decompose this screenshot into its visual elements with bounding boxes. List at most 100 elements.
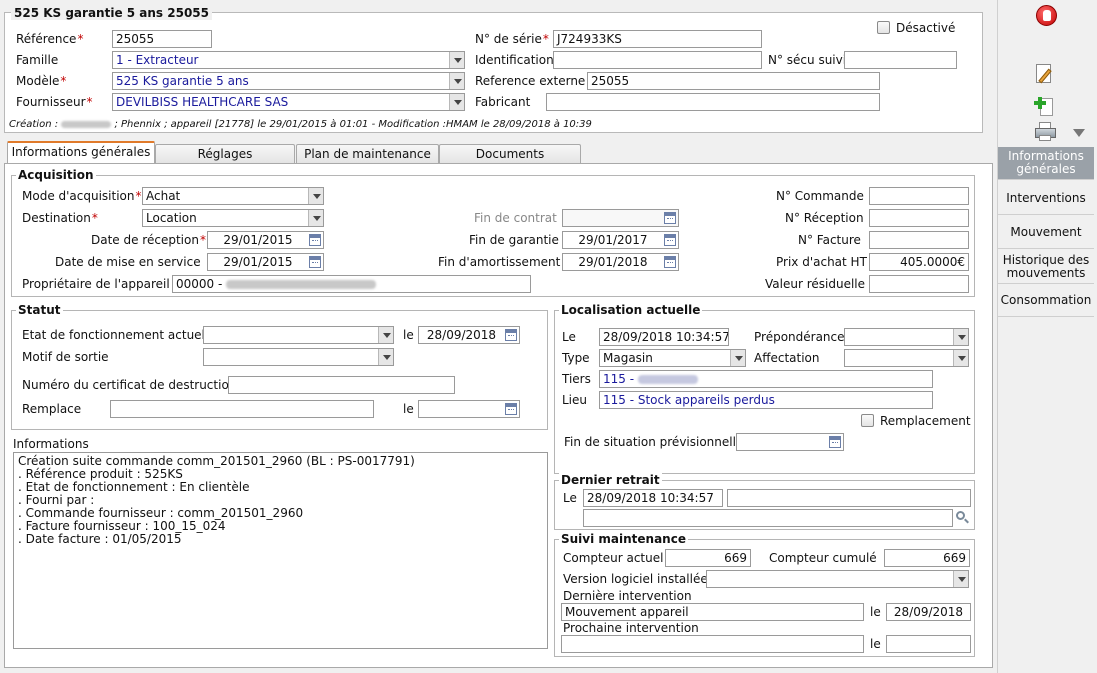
- remplace-input[interactable]: [110, 400, 374, 418]
- add-icon[interactable]: [1034, 96, 1054, 118]
- redacted-owner: [226, 280, 377, 289]
- creation-prefix: Création :: [9, 119, 59, 130]
- calendar-icon[interactable]: [505, 329, 517, 341]
- fin-garantie-input[interactable]: 29/01/2017: [562, 231, 679, 249]
- chevron-down-icon[interactable]: [1073, 129, 1085, 137]
- reception-input[interactable]: [869, 209, 969, 227]
- calendar-icon[interactable]: [309, 234, 321, 246]
- lieu-input[interactable]: 115 - Stock appareils perdus: [599, 391, 933, 409]
- chevron-down-icon: [730, 350, 745, 366]
- serie-input[interactable]: J724933KS: [553, 30, 762, 48]
- residuelle-input[interactable]: [869, 275, 969, 293]
- identification-label: Identification: [475, 53, 554, 67]
- modele-label: Modèle: [16, 74, 66, 88]
- preponderance-select[interactable]: [844, 328, 969, 346]
- fin-garantie-value: 29/01/2017: [578, 233, 648, 247]
- sidebar-item-historique[interactable]: Historique des mouvements: [998, 250, 1094, 284]
- informations-textarea[interactable]: Création suite commande comm_201501_2960…: [13, 452, 548, 649]
- acquisition-title: Acquisition: [16, 167, 96, 183]
- search-icon[interactable]: [955, 510, 969, 524]
- mode-select[interactable]: Achat: [142, 187, 324, 205]
- retrait-le-input[interactable]: 28/09/2018 10:34:57: [583, 489, 723, 507]
- stop-icon[interactable]: [1036, 5, 1057, 26]
- certificat-input[interactable]: [228, 376, 455, 394]
- desactive-checkbox[interactable]: [877, 21, 890, 34]
- date-service-input[interactable]: 29/01/2015: [207, 253, 324, 271]
- retrait-detail-input[interactable]: [727, 489, 971, 507]
- tab-plan-maintenance[interactable]: Plan de maintenance: [296, 144, 439, 164]
- calendar-icon[interactable]: [829, 436, 841, 448]
- chevron-down-icon: [308, 188, 323, 204]
- version-label: Version logiciel installée: [563, 572, 708, 586]
- remplace-date-input[interactable]: [418, 400, 520, 418]
- derniere-input[interactable]: Mouvement appareil: [561, 603, 864, 621]
- fin-amort-value: 29/01/2018: [578, 255, 648, 269]
- retrait-le-label: Le: [563, 491, 577, 505]
- sidebar-item-informations-generales[interactable]: Informations générales: [998, 147, 1094, 180]
- ref-externe-label: Reference externe: [475, 74, 586, 88]
- commande-label: N° Commande: [776, 189, 864, 203]
- calendar-icon[interactable]: [664, 234, 676, 246]
- proprietaire-input[interactable]: 00000 -: [172, 275, 531, 293]
- reception-label: N° Réception: [785, 211, 864, 225]
- fin-amort-input[interactable]: 29/01/2018: [562, 253, 679, 271]
- tab-informations-generales[interactable]: Informations générales: [7, 141, 155, 163]
- tab-reglages[interactable]: Réglages: [155, 144, 295, 164]
- edit-icon[interactable]: [1036, 62, 1056, 84]
- sidebar-item-consommation[interactable]: Consommation: [998, 285, 1094, 317]
- type-label: Type: [562, 351, 590, 365]
- etat-date-value: 28/09/2018: [426, 328, 497, 342]
- loc-le-label: Le: [562, 330, 576, 344]
- etat-select[interactable]: [203, 326, 394, 344]
- reference-input[interactable]: 25055: [112, 30, 212, 48]
- prochaine-date-input[interactable]: [886, 635, 971, 653]
- facture-label: N° Facture: [798, 233, 861, 247]
- fin-situation-input[interactable]: [736, 433, 844, 451]
- famille-value: 1 - Extracteur: [116, 53, 199, 67]
- date-reception-input[interactable]: 29/01/2015: [207, 231, 324, 249]
- modele-select[interactable]: 525 KS garantie 5 ans: [112, 72, 465, 90]
- calendar-icon[interactable]: [664, 256, 676, 268]
- destination-select[interactable]: Location: [142, 209, 324, 227]
- affectation-select[interactable]: [844, 349, 969, 367]
- tab-documents[interactable]: Documents: [439, 144, 581, 164]
- calendar-icon[interactable]: [505, 403, 517, 415]
- calendar-icon[interactable]: [309, 256, 321, 268]
- proprietaire-label: Propriétaire de l'appareil: [22, 277, 170, 291]
- loc-le-input[interactable]: 28/09/2018 10:34:57: [599, 328, 729, 346]
- derniere-date-input[interactable]: 28/09/2018: [886, 603, 971, 621]
- famille-select[interactable]: 1 - Extracteur: [112, 51, 465, 69]
- identification-input[interactable]: [553, 51, 762, 69]
- dernier-retrait-title: Dernier retrait: [559, 472, 662, 488]
- etat-label: Etat de fonctionnement actuel: [22, 328, 205, 342]
- version-select[interactable]: [706, 570, 969, 588]
- fabricant-input[interactable]: [546, 93, 880, 111]
- print-icon[interactable]: [1034, 122, 1058, 142]
- etat-date-input[interactable]: 28/09/2018: [418, 326, 520, 344]
- chevron-down-icon: [953, 350, 968, 366]
- facture-input[interactable]: [869, 231, 969, 249]
- date-service-value: 29/01/2015: [223, 255, 293, 269]
- compteur-actuel-input[interactable]: 669: [665, 549, 751, 567]
- prochaine-input[interactable]: [561, 635, 864, 653]
- calendar-icon[interactable]: [664, 212, 676, 224]
- certificat-label: Numéro du certificat de destruction: [22, 378, 237, 392]
- statut-title: Statut: [16, 302, 63, 318]
- famille-label: Famille: [16, 53, 59, 67]
- fin-contrat-input[interactable]: [562, 209, 679, 227]
- derniere-le-label: le: [870, 605, 881, 619]
- commande-input[interactable]: [869, 187, 969, 205]
- ref-externe-input[interactable]: 25055: [587, 72, 880, 90]
- fournisseur-select[interactable]: DEVILBISS HEALTHCARE SAS: [112, 93, 465, 111]
- secu-input[interactable]: [844, 51, 957, 69]
- prix-input[interactable]: 405.0000€: [869, 253, 969, 271]
- type-select[interactable]: Magasin: [599, 349, 746, 367]
- compteur-cumule-input[interactable]: 669: [884, 549, 970, 567]
- remplacement-checkbox[interactable]: [861, 414, 874, 427]
- residuelle-label: Valeur résiduelle: [765, 277, 865, 291]
- motif-select[interactable]: [203, 348, 394, 366]
- sidebar-item-mouvement[interactable]: Mouvement: [998, 216, 1094, 249]
- sidebar-item-interventions[interactable]: Interventions: [998, 182, 1094, 215]
- tiers-input[interactable]: 115 -: [599, 370, 933, 388]
- retrait-detail2-input[interactable]: [583, 509, 953, 527]
